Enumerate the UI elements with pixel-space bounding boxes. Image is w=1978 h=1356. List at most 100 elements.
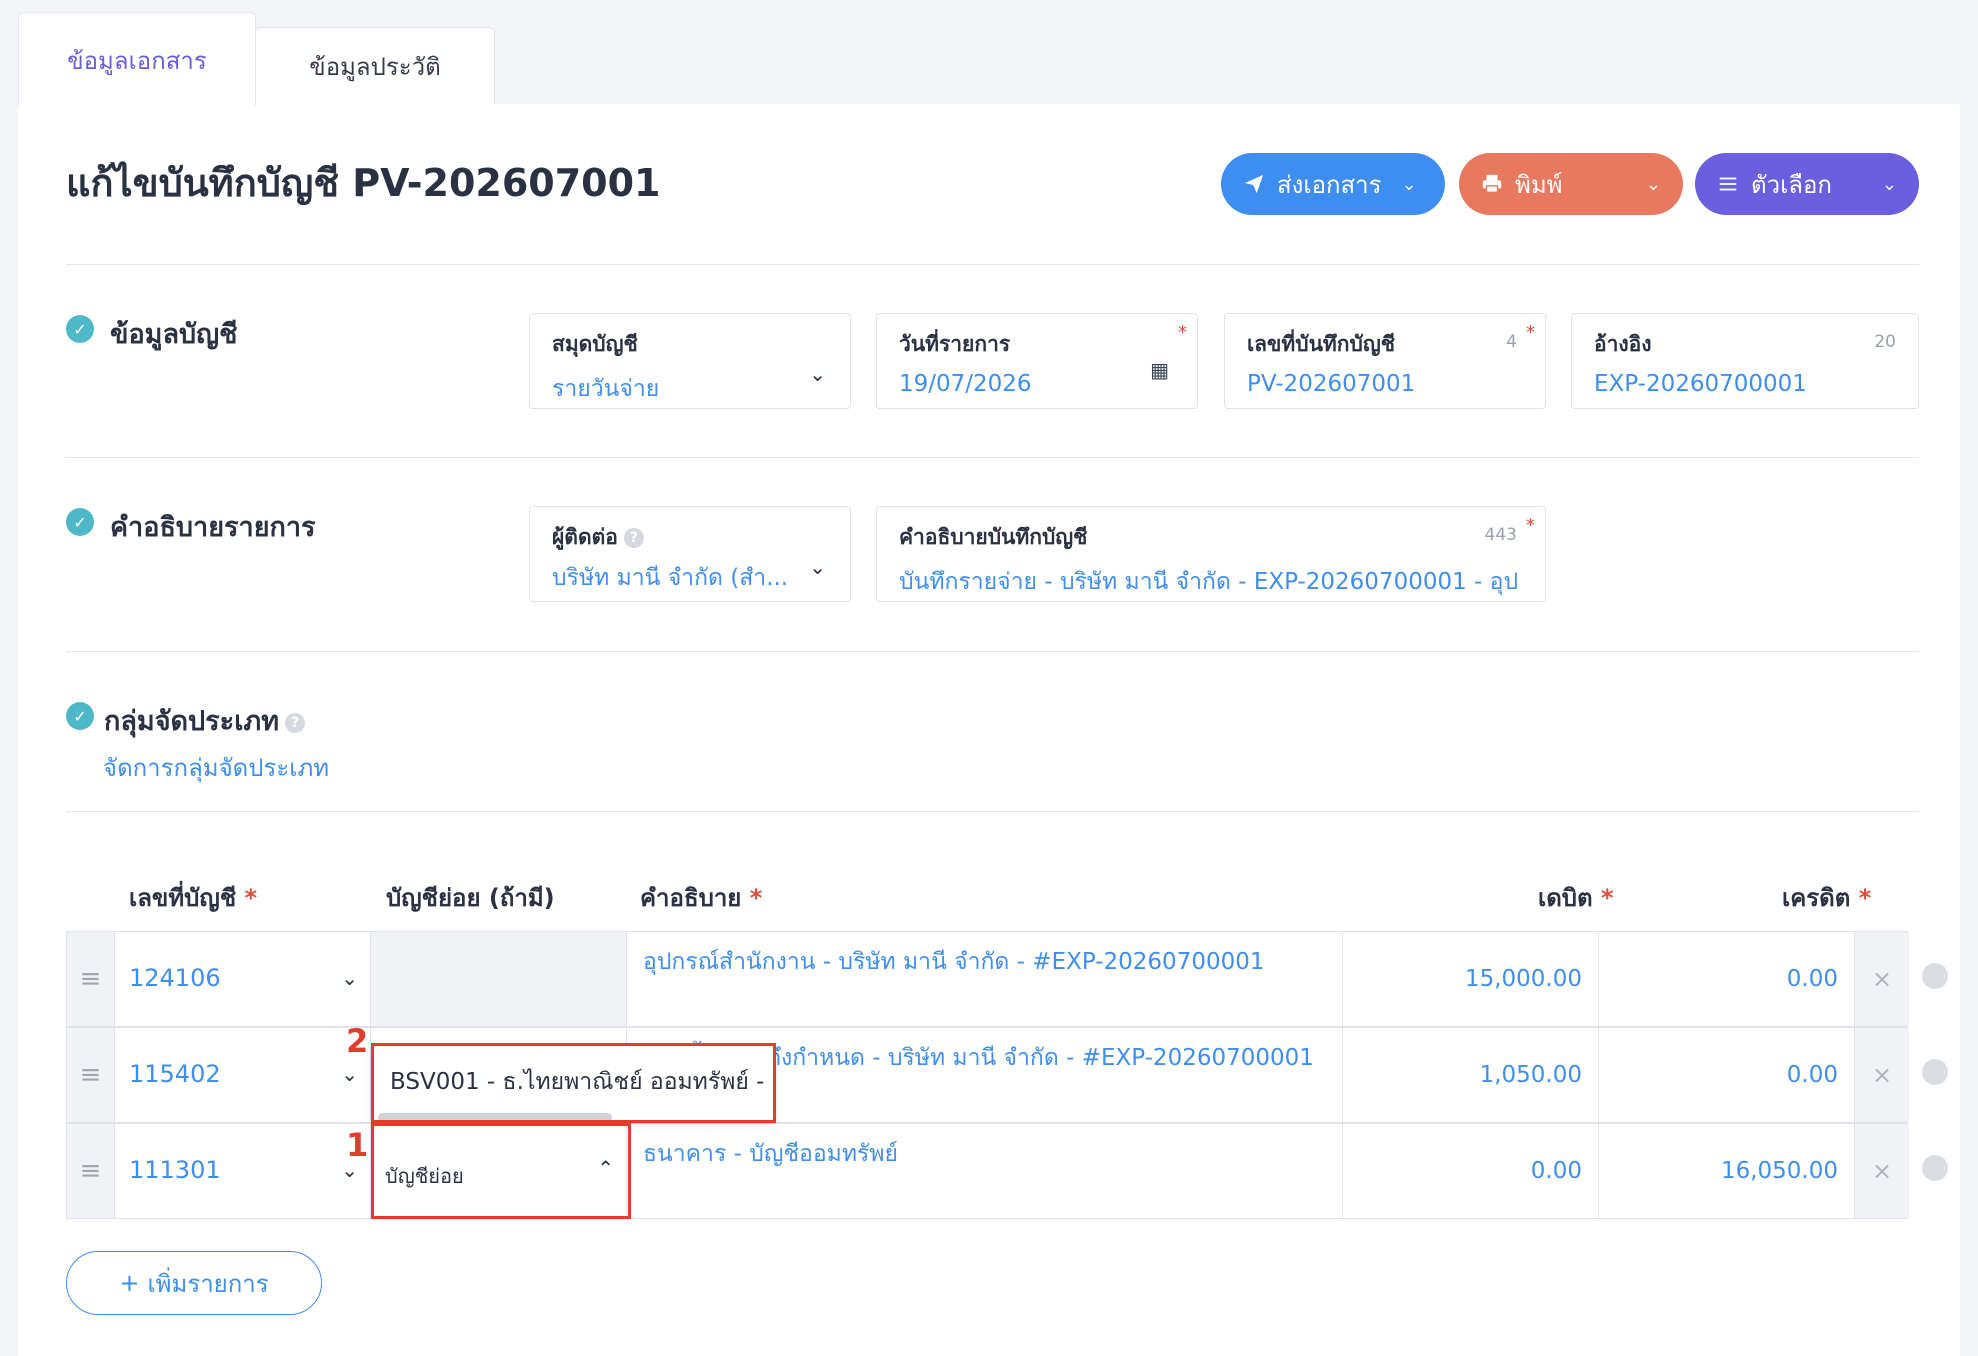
remove-row-icon[interactable]: × [1855,1028,1909,1122]
field-label: วันที่รายการ [899,332,1011,356]
section-title-description: คำอธิบายรายการ [110,512,316,543]
credit-value: 0.00 [1786,1062,1838,1088]
field-value: 19/07/2026 [899,371,1032,397]
annotation-marker-1: 1 [346,1126,369,1164]
field-label: อ้างอิง [1594,332,1652,356]
section-title-account: ข้อมูลบัญชี [110,319,238,350]
field-value: บันทึกรายจ่าย - บริษัท มานี จำกัด - EXP-… [899,569,1519,595]
credit-input[interactable]: 0.00 [1599,1028,1855,1122]
print-button[interactable]: พิมพ์ ⌄ [1459,153,1683,215]
debit-input[interactable]: 1,050.00 [1343,1028,1599,1122]
required-mark: * [1178,322,1187,343]
field-value: บริษัท มานี จำกัด (สำ... [552,565,789,591]
account-select[interactable]: 124106 ⌄ [115,932,371,1026]
tab-history-info[interactable]: ข้อมูลประวัติ [255,27,495,105]
sub-account-placeholder: บัญชีย่อย [385,1164,464,1188]
options-label: ตัวเลือก [1751,170,1832,199]
reference-field[interactable]: อ้างอิง EXP-20260700001 20 [1571,313,1919,409]
drag-handle-icon[interactable]: ≡ [67,1028,115,1122]
chevron-down-icon: ⌄ [341,966,358,990]
header-debit: เดบิต * [1538,884,1614,912]
options-button[interactable]: ตัวเลือก ⌄ [1695,153,1919,215]
pie-chart-icon[interactable] [1922,1155,1948,1181]
section-title-group: กลุ่มจัดประเภท? [104,699,306,742]
send-label: ส่งเอกสาร [1277,170,1382,199]
char-count: 4 [1506,332,1517,352]
remove-row-icon[interactable]: × [1855,1124,1909,1218]
manage-groups-link[interactable]: จัดการกลุ่มจัดประเภท [103,748,329,787]
printer-icon [1482,174,1502,193]
sub-account-select[interactable]: บัญชีย่อย ⌃ [371,1124,627,1218]
description-value: อุปกรณ์สำนักงาน - บริษัท มานี จำกัด - #E… [643,949,1265,975]
sub-account-dropdown: BSV001 - ธ.ไทยพาณิชย์ ออมทรัพย์ - [372,1044,774,1122]
print-label: พิมพ์ [1515,170,1563,199]
credit-input[interactable]: 16,050.00 [1599,1124,1855,1218]
header-text: เดบิต [1538,884,1593,912]
pie-chart-icon[interactable] [1922,1059,1948,1085]
chevron-down-icon: ⌄ [809,362,826,386]
contact-select[interactable]: ผู้ติดต่อ? บริษัท มานี จำกัด (สำ... ⌄ [529,506,851,602]
debit-input[interactable]: 0.00 [1343,1124,1599,1218]
dropdown-option[interactable]: BSV001 - ธ.ไทยพาณิชย์ ออมทรัพย์ - [390,1064,764,1100]
check-circle-icon: ✓ [66,315,94,343]
memo-field[interactable]: คำอธิบายบันทึกบัญชี บันทึกรายจ่าย - บริษ… [876,506,1546,602]
header-sub-account: บัญชีย่อย (ถ้ามี) [386,884,555,912]
header-description: คำอธิบาย * [640,884,763,912]
tab-document-info[interactable]: ข้อมูลเอกสาร [18,12,256,107]
description-input[interactable]: อุปกรณ์สำนักงาน - บริษัท มานี จำกัด - #E… [627,932,1343,1026]
drag-handle-icon[interactable]: ≡ [67,932,115,1026]
help-icon[interactable]: ? [623,528,644,548]
field-value: รายวันจ่าย [552,376,660,402]
section-title-text: กลุ่มจัดประเภท [104,706,280,737]
field-label: คำอธิบายบันทึกบัญชี [899,525,1088,549]
credit-input[interactable]: 0.00 [1599,932,1855,1026]
remove-row-icon[interactable]: × [1855,932,1909,1026]
account-value: 111301 [129,1156,221,1184]
field-label: เลขที่บันทึกบัญชี [1247,332,1395,356]
drag-handle-icon[interactable]: ≡ [67,1124,115,1218]
chevron-down-icon: ⌄ [809,555,826,579]
field-value: PV-202607001 [1247,371,1416,397]
check-circle-icon: ✓ [66,508,94,536]
chevron-down-icon: ⌄ [1401,173,1417,195]
table-row: ≡ 115402 ⌄ ภาษีซื้อยังไม่ถึงกำหนด - บริษั… [66,1027,1909,1123]
calendar-icon[interactable]: ▦ [1150,358,1169,382]
required-mark: * [1526,322,1535,343]
add-row-button[interactable]: + เพิ่มรายการ [66,1251,322,1315]
account-select[interactable]: 115402 ⌄ [115,1028,371,1122]
field-label: ผู้ติดต่อ [552,525,618,549]
account-value: 115402 [129,1060,221,1088]
annotation-marker-2: 2 [346,1022,369,1060]
plus-icon: + [119,1269,140,1297]
chevron-down-icon[interactable]: ⌄ [1646,174,1661,195]
pie-chart-icon[interactable] [1922,963,1948,989]
add-row-label: เพิ่มรายการ [147,1269,269,1298]
help-icon[interactable]: ? [285,712,306,733]
description-input[interactable]: ธนาคาร - บัญชีออมทรัพย์ [627,1124,1343,1218]
date-field[interactable]: วันที่รายการ 19/07/2026 * ▦ [876,313,1198,409]
tab-label: ข้อมูลประวัติ [309,52,441,81]
header-text: เครดิต [1782,884,1851,912]
check-circle-icon: ✓ [66,702,94,730]
account-value: 124106 [129,964,221,992]
send-document-button[interactable]: ส่งเอกสาร ⌄ [1221,153,1445,215]
page-title: แก้ไขบันทึกบัญชี PV-202607001 [66,161,661,205]
debit-value: 1,050.00 [1479,1062,1582,1088]
journal-select[interactable]: สมุดบัญชี รายวันจ่าย ⌄ [529,313,851,409]
horizontal-scrollbar[interactable] [378,1113,612,1122]
menu-icon [1719,177,1737,191]
paper-plane-icon [1244,174,1264,194]
debit-input[interactable]: 15,000.00 [1343,932,1599,1026]
divider [66,264,1919,265]
table-row: ≡ 124106 ⌄ อุปกรณ์สำนักงาน - บริษัท มานี … [66,931,1909,1027]
account-select[interactable]: 111301 ⌄ [115,1124,371,1218]
credit-value: 0.00 [1786,966,1838,992]
divider [66,651,1919,652]
table-row: ≡ 111301 ⌄ บัญชีย่อย ⌃ ธนาคาร - บัญชีออมท… [66,1123,1909,1219]
field-label: สมุดบัญชี [552,332,638,356]
field-value: EXP-20260700001 [1594,371,1807,397]
doc-number-field[interactable]: เลขที่บันทึกบัญชี PV-202607001 4 * [1224,313,1546,409]
sub-account-select [371,932,627,1026]
chevron-down-icon: ⌄ [1881,173,1897,195]
tab-label: ข้อมูลเอกสาร [67,46,207,75]
